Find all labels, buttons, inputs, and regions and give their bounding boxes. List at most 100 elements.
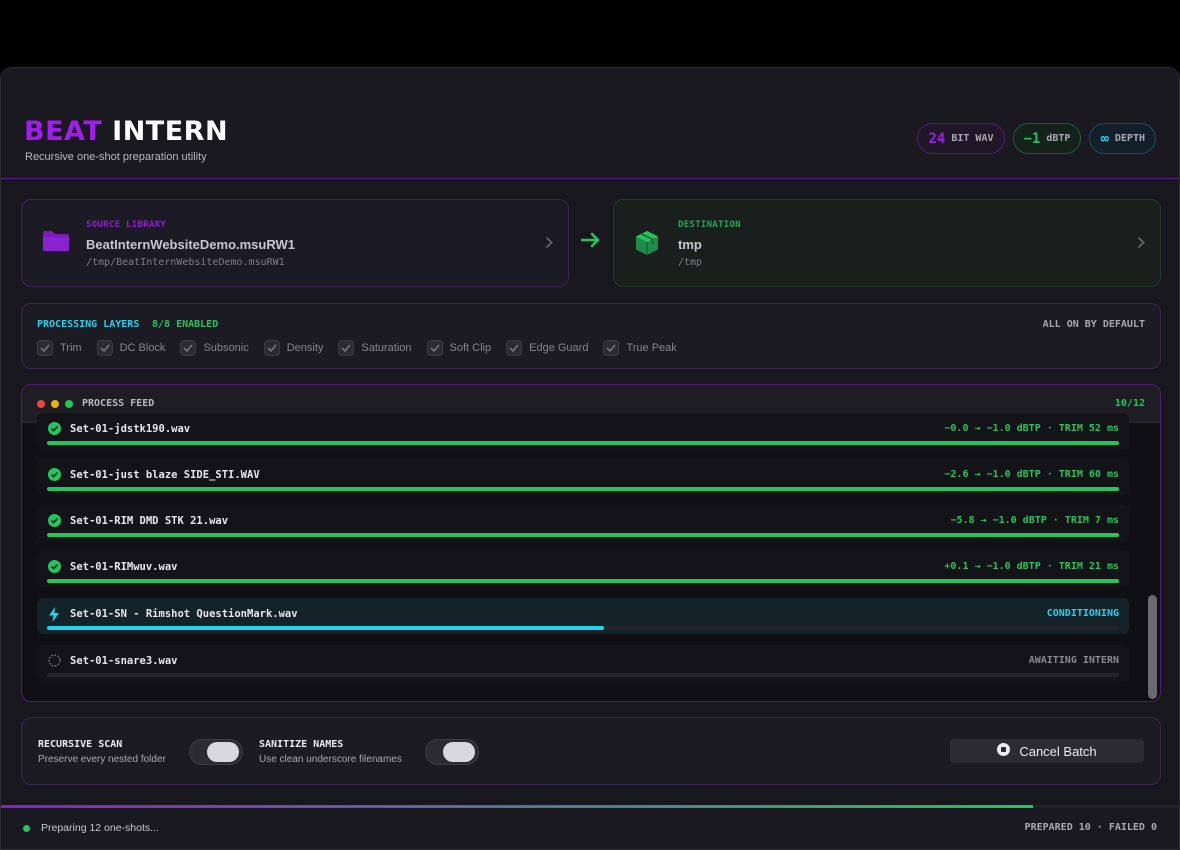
- layer-label: Saturation: [361, 342, 412, 354]
- folder-icon: [42, 230, 70, 257]
- layer-checkbox-density[interactable]: Density: [263, 340, 324, 356]
- layer-label: Trim: [60, 342, 82, 354]
- recursive-scan-toggle[interactable]: [189, 739, 243, 765]
- lightning-bolt-icon: [48, 607, 60, 627]
- app-subtitle: Recursive one-shot preparation utility: [25, 151, 207, 163]
- feed-row: Set-01-snare3.wav AWAITING INTERN: [37, 645, 1129, 681]
- row-filename: Set-01-RIM DMD STK 21.wav: [70, 515, 229, 527]
- row-status: CONDITIONING: [1046, 608, 1119, 619]
- feed-row: Set-01-just blaze SIDE_STI.WAV −2.6 → −1…: [37, 459, 1129, 495]
- brand-word-beat: BEAT: [24, 116, 103, 147]
- feed-count: 10/12: [1114, 398, 1145, 409]
- sanitize-names-toggle[interactable]: [425, 739, 479, 765]
- chevron-right-icon: [1137, 236, 1145, 254]
- app-window: BEAT INTERN Recursive one-shot preparati…: [0, 67, 1180, 850]
- recursive-scan-label: RECURSIVE SCAN: [38, 739, 123, 750]
- row-progress-fill: [47, 579, 1119, 583]
- row-progress-bar: [47, 673, 1119, 677]
- source-name: BeatInternWebsiteDemo.msuRW1: [86, 237, 296, 252]
- layer-label: DC Block: [119, 342, 166, 354]
- row-filename: Set-01-snare3.wav: [70, 655, 178, 667]
- checkmark-icon: [506, 340, 523, 356]
- feed-scrollbar[interactable]: [1148, 425, 1157, 700]
- row-status: AWAITING INTERN: [1028, 655, 1119, 666]
- app-logo: BEAT INTERN: [24, 116, 228, 147]
- sanitize-names-description: Use clean underscore filenames: [259, 754, 402, 765]
- layer-label: Density: [286, 342, 324, 354]
- pill-label: DEPTH: [1114, 133, 1145, 144]
- process-feed-panel: PROCESS FEED 10/12 Set-01-jdstk190.wav −…: [21, 384, 1161, 702]
- green-dot-icon: [65, 400, 73, 408]
- layer-label: Soft Clip: [449, 342, 492, 354]
- feed-row-active: Set-01-SN - Rimshot QuestionMark.wav CON…: [37, 598, 1129, 634]
- layer-label: Subsonic: [203, 342, 249, 354]
- check-circle-icon: [48, 560, 61, 578]
- row-status: −5.8 → −1.0 dBTP · TRIM 7 ms: [950, 515, 1119, 526]
- recursive-scan-description: Preserve every nested folder: [38, 754, 166, 765]
- pending-spinner-icon: [48, 654, 61, 672]
- feed-scrollbar-thumb[interactable]: [1148, 595, 1157, 699]
- batch-stats: PREPARED 10 · FAILED 0: [1024, 822, 1157, 833]
- yellow-dot-icon: [51, 400, 59, 408]
- bit-depth-pill: 24 BIT WAV: [917, 123, 1005, 154]
- layer-label: Edge Guard: [529, 342, 589, 354]
- layer-checkbox-true-peak[interactable]: True Peak: [603, 340, 677, 356]
- pill-value: −1: [1023, 130, 1041, 147]
- arrow-right-icon: [580, 232, 601, 253]
- row-progress-fill: [47, 533, 1119, 537]
- true-peak-pill: −1 dBTP: [1012, 123, 1082, 154]
- destination-label: DESTINATION: [678, 220, 741, 230]
- layers-title: PROCESSING LAYERS: [37, 319, 140, 330]
- layer-checkbox-dc-block[interactable]: DC Block: [96, 340, 166, 356]
- row-progress-bar: [47, 579, 1119, 583]
- layer-checkbox-soft-clip[interactable]: Soft Clip: [426, 340, 492, 356]
- stop-icon: [997, 743, 1011, 759]
- row-progress-bar: [47, 533, 1119, 537]
- destination-path: /tmp: [678, 257, 703, 268]
- cancel-batch-button[interactable]: Cancel Batch: [950, 739, 1144, 763]
- checkmark-icon: [603, 340, 620, 356]
- checkmark-icon: [263, 340, 280, 356]
- layer-checkbox-saturation[interactable]: Saturation: [338, 340, 412, 356]
- layer-checkbox-list: Trim DC Block Subsonic Density Saturatio…: [37, 340, 692, 356]
- toggle-knob: [207, 742, 239, 762]
- pill-value: ∞: [1100, 130, 1109, 147]
- check-circle-icon: [48, 422, 61, 440]
- destination-card[interactable]: DESTINATION tmp /tmp: [613, 199, 1161, 287]
- row-filename: Set-01-SN - Rimshot QuestionMark.wav: [70, 608, 298, 620]
- feed-row: Set-01-jdstk190.wav −0.0 → −1.0 dBTP · T…: [37, 413, 1129, 449]
- source-label: SOURCE LIBRARY: [86, 220, 167, 230]
- destination-name: tmp: [678, 237, 702, 252]
- cancel-batch-label: Cancel Batch: [1019, 743, 1097, 759]
- row-status: −0.0 → −1.0 dBTP · TRIM 52 ms: [944, 423, 1119, 434]
- sanitize-names-label: SANITIZE NAMES: [259, 739, 344, 750]
- layers-default-note: ALL ON BY DEFAULT: [1042, 319, 1145, 330]
- row-progress-fill: [47, 487, 1119, 491]
- row-progress-bar: [47, 626, 1119, 630]
- row-progress-bar: [47, 487, 1119, 491]
- layer-checkbox-edge-guard[interactable]: Edge Guard: [506, 340, 588, 356]
- feed-row: Set-01-RIM DMD STK 21.wav −5.8 → −1.0 dB…: [37, 505, 1129, 541]
- source-library-card[interactable]: SOURCE LIBRARY BeatInternWebsiteDemo.msu…: [21, 199, 569, 287]
- red-dot-icon: [37, 400, 45, 408]
- processing-layers-panel: PROCESSING LAYERS 8/8 ENABLED ALL ON BY …: [21, 303, 1161, 369]
- layers-enabled-count: 8/8 ENABLED: [152, 319, 219, 330]
- header: BEAT INTERN Recursive one-shot preparati…: [1, 68, 1179, 179]
- checkmark-icon: [96, 340, 113, 356]
- check-circle-icon: [48, 514, 61, 532]
- feed-row: Set-01-RIMwuv.wav +0.1 → −1.0 dBTP · TRI…: [37, 551, 1129, 587]
- checkmark-icon: [37, 340, 53, 356]
- batch-controls-panel: RECURSIVE SCAN Preserve every nested fol…: [21, 717, 1161, 785]
- package-icon: [634, 230, 660, 261]
- row-status: −2.6 → −1.0 dBTP · TRIM 60 ms: [944, 469, 1119, 480]
- row-filename: Set-01-jdstk190.wav: [70, 423, 191, 435]
- checkmark-icon: [338, 340, 355, 356]
- layer-checkbox-trim[interactable]: Trim: [37, 340, 82, 356]
- toggle-knob: [443, 742, 475, 762]
- status-message: Preparing 12 one-shots...: [41, 822, 159, 834]
- checkmark-icon: [180, 340, 197, 356]
- check-circle-icon: [48, 468, 61, 486]
- row-filename: Set-01-just blaze SIDE_STI.WAV: [70, 469, 260, 481]
- feed-title: PROCESS FEED: [82, 398, 155, 409]
- layer-checkbox-subsonic[interactable]: Subsonic: [180, 340, 249, 356]
